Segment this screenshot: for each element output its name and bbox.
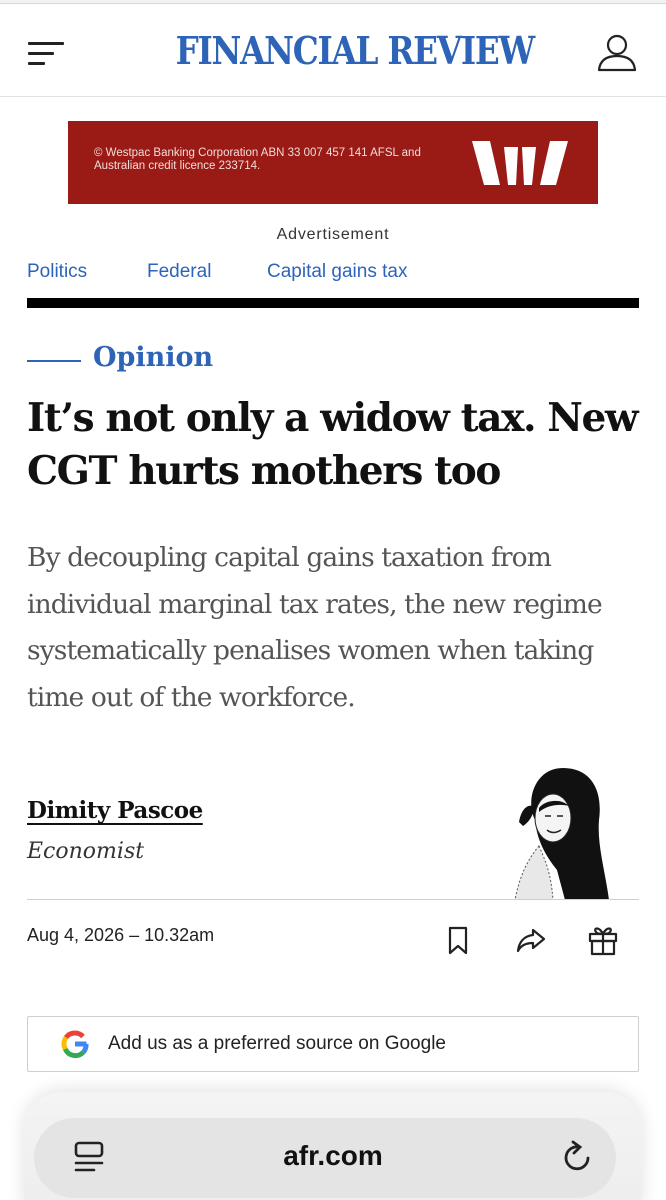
ad-legal-text: © Westpac Banking Corporation ABN 33 007… [94,147,421,172]
share-icon[interactable] [513,922,549,958]
byline-divider [27,899,639,900]
author-role: Economist [27,839,145,864]
author-name[interactable]: Dimity Pascoe [27,797,203,824]
google-g-icon [61,1030,89,1059]
author-photo [514,768,609,900]
tag-politics[interactable]: Politics [27,261,87,283]
status-edge [0,0,666,4]
google-preferred-source-button[interactable]: Add us as a preferred source on Google [27,1016,639,1072]
reload-icon[interactable] [560,1138,596,1176]
gift-icon[interactable] [585,922,621,958]
article-dateline: Aug 4, 2026 – 10.32am [27,925,215,945]
site-header: FINANCIAL REVIEW [0,5,666,97]
tag-federal[interactable]: Federal [147,261,211,283]
advertisement-banner[interactable]: © Westpac Banking Corporation ABN 33 007… [68,121,598,204]
bookmark-icon[interactable] [440,922,476,958]
section-label-line [27,360,81,362]
section-divider-rule [27,298,639,308]
article-standfirst: By decoupling capital gains taxation fro… [27,542,603,713]
user-account-icon[interactable] [596,32,638,74]
section-label[interactable]: Opinion [93,342,213,373]
google-preferred-source-label: Add us as a preferred source on Google [108,1033,446,1054]
tag-capital-gains-tax[interactable]: Capital gains tax [267,261,407,283]
advertisement-label: Advertisement [276,226,390,243]
masthead-logo[interactable]: FINANCIAL REVIEW [176,28,536,73]
westpac-logo [472,141,568,185]
article-headline: It’s not only a widow tax. New CGT hurts… [27,395,639,494]
hamburger-menu-icon[interactable] [28,38,66,68]
topic-tags: Politics Federal Capital gains tax [0,261,666,289]
